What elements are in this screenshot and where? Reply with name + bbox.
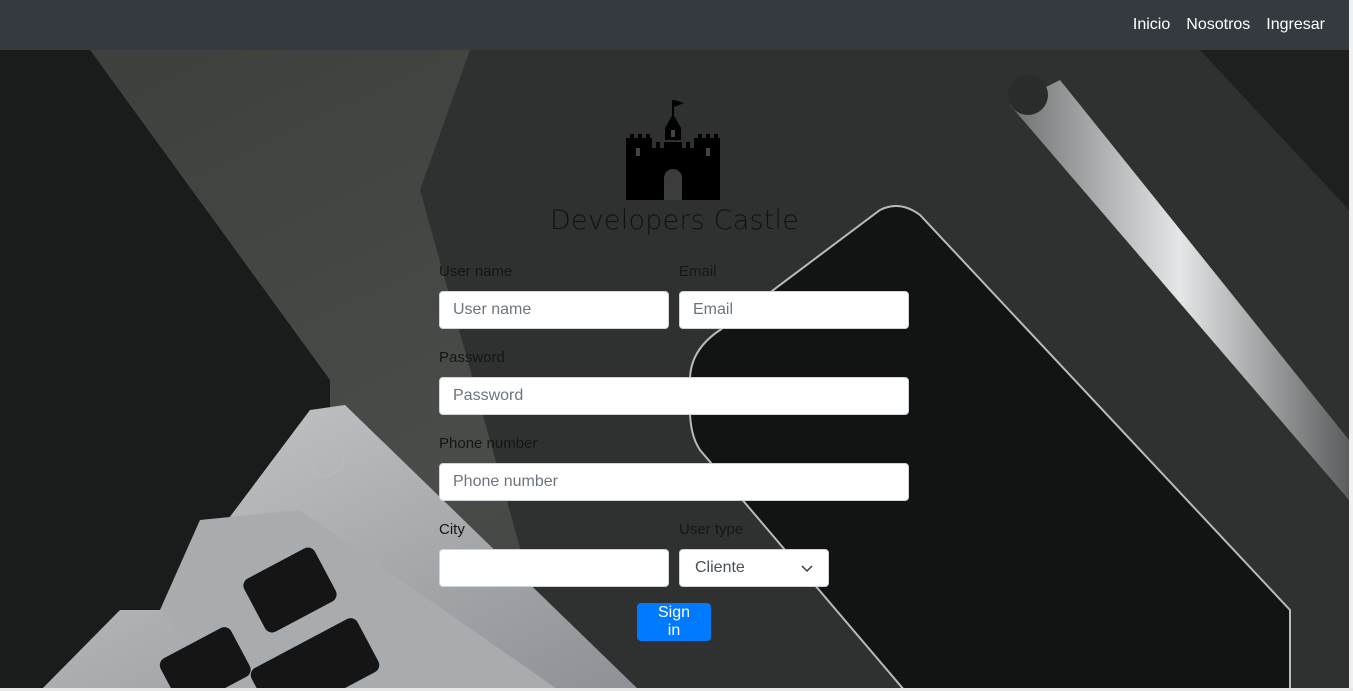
password-input[interactable] bbox=[439, 377, 909, 415]
user-type-select[interactable]: Cliente bbox=[679, 549, 829, 587]
phone-label: Phone number bbox=[439, 435, 538, 452]
password-label: Password bbox=[439, 349, 505, 366]
email-input[interactable] bbox=[679, 291, 909, 329]
city-label: City bbox=[439, 521, 465, 538]
username-label: User name bbox=[439, 263, 513, 280]
navbar: Inicio Nosotros Ingresar bbox=[0, 0, 1353, 50]
nav-links: Inicio Nosotros Ingresar bbox=[1133, 0, 1325, 50]
nav-link-inicio[interactable]: Inicio bbox=[1133, 16, 1170, 34]
chevron-down-icon bbox=[801, 565, 813, 573]
sign-in-button[interactable]: Sign in bbox=[637, 603, 711, 641]
scrollbar-track[interactable] bbox=[1349, 0, 1353, 691]
phone-input[interactable] bbox=[439, 463, 909, 501]
user-type-selected: Cliente bbox=[695, 559, 745, 576]
username-input[interactable] bbox=[439, 291, 669, 329]
brand-title: Developers Castle bbox=[549, 205, 800, 236]
nav-link-nosotros[interactable]: Nosotros bbox=[1186, 16, 1250, 34]
castle-icon bbox=[626, 100, 720, 200]
user-type-label: User type bbox=[679, 521, 744, 538]
nav-link-ingresar[interactable]: Ingresar bbox=[1266, 16, 1325, 34]
email-label: Email bbox=[679, 263, 717, 280]
city-input[interactable] bbox=[439, 549, 669, 587]
